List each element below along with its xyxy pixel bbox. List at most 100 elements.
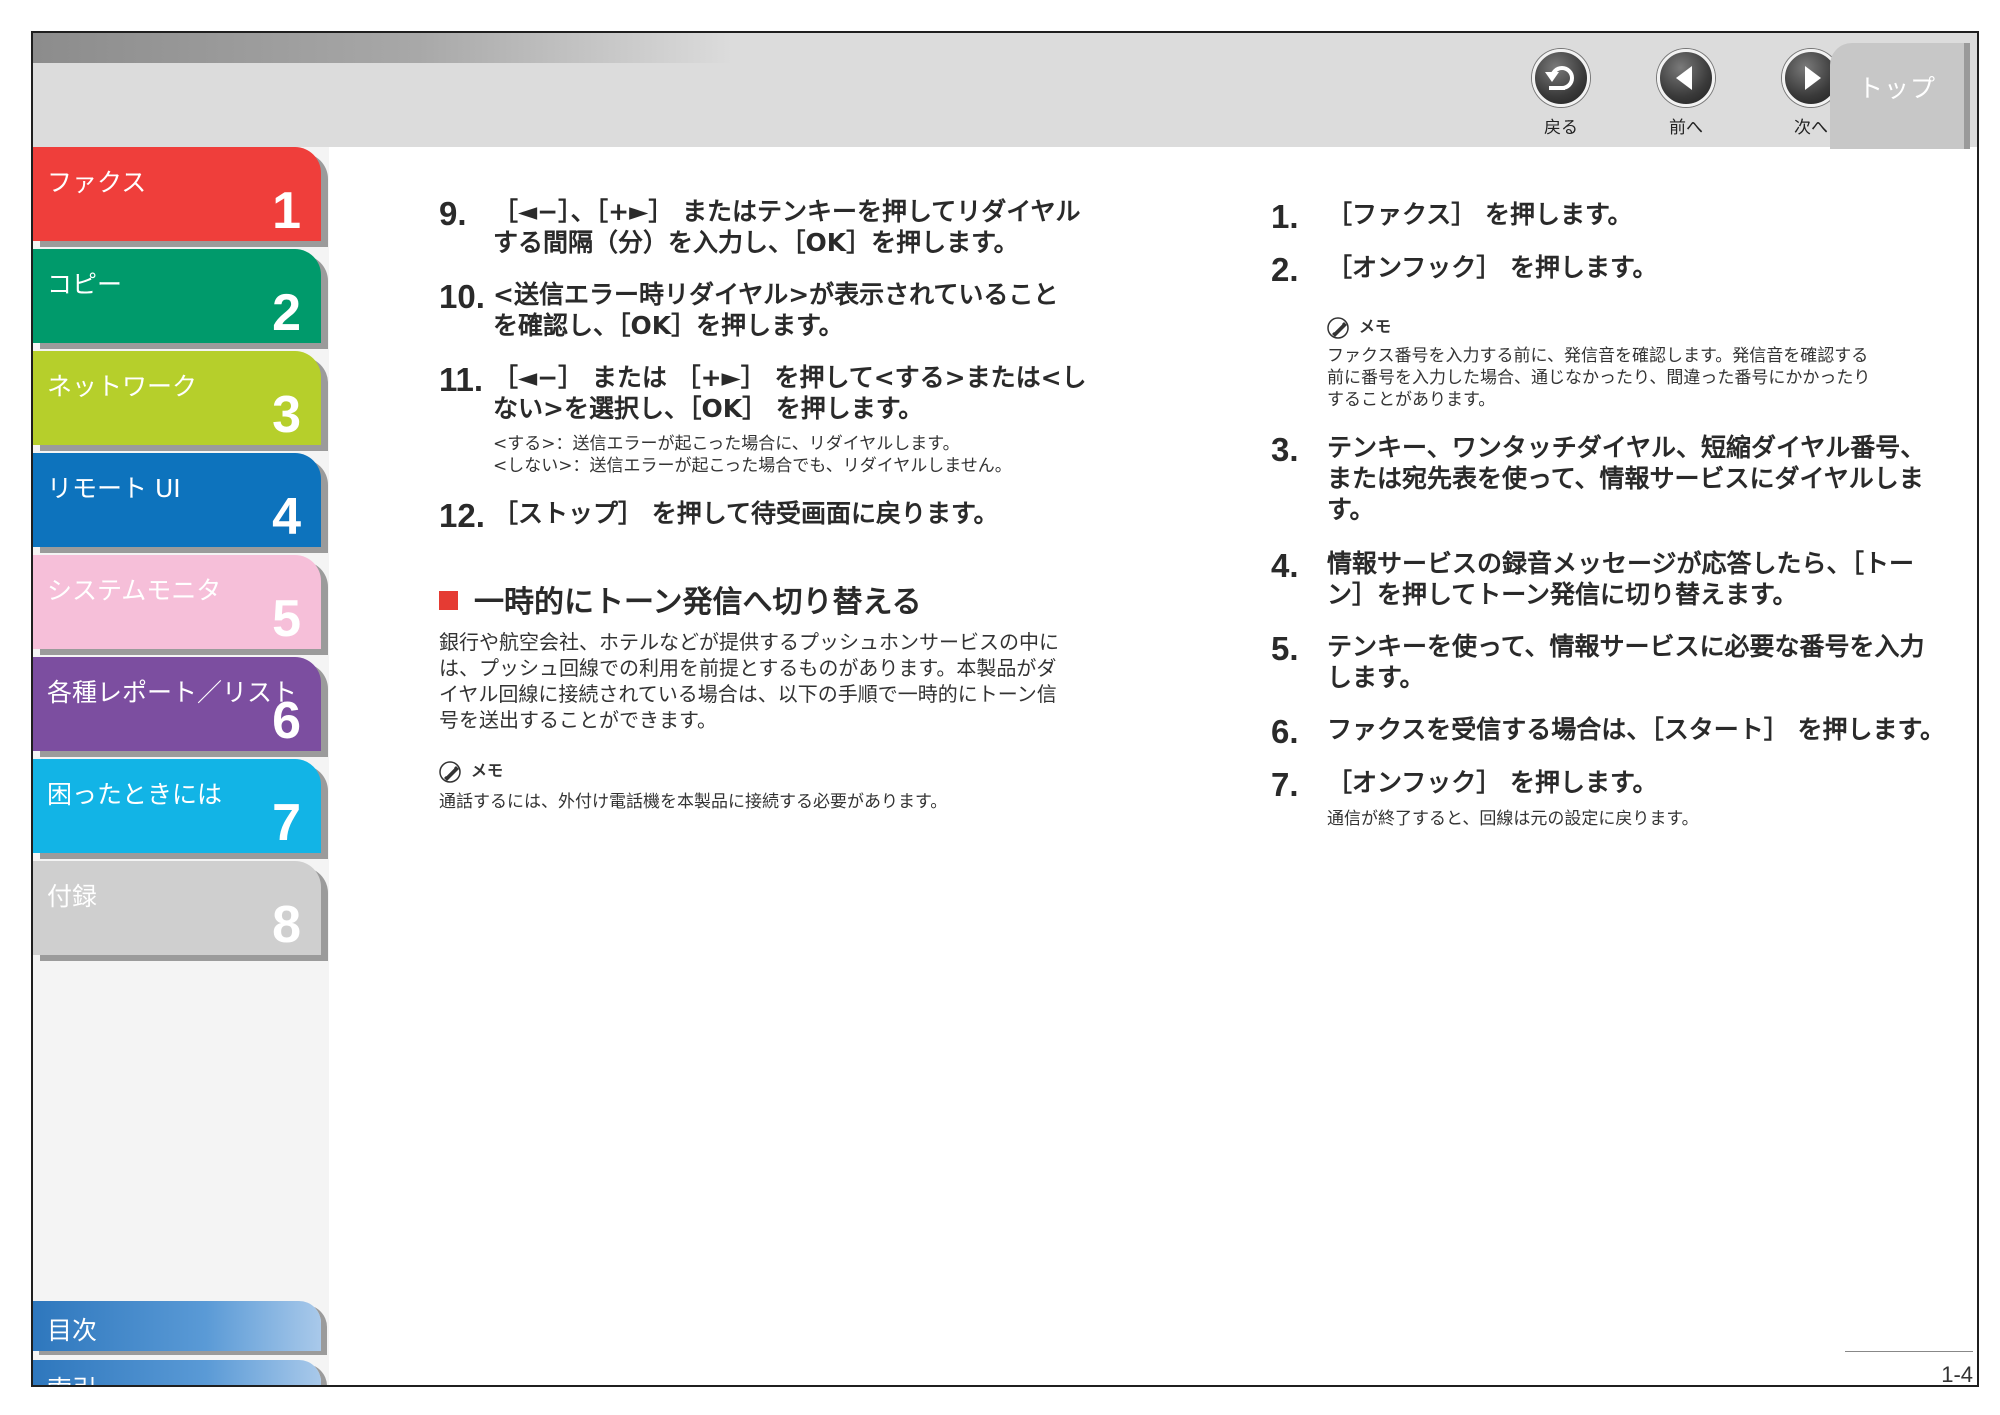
step-number: 6. [1271,713,1299,750]
chapter-tab-3[interactable]: ネットワーク 3 [33,351,321,445]
step-line: ［オンフック］ を押します。 [1327,253,1658,282]
note-line: <する>：送信エラーが起こった場合に、リダイヤルします。 [493,434,960,454]
chapter-tab-5[interactable]: システムモニタ 5 [33,555,321,649]
memo-heading-left: メモ [439,757,503,783]
step-text: ファクスを受信する場合は、［スタート］ を押します。 [1327,714,1977,745]
step-text: ［◄−］ または ［+►］ を押して<する>または<し ない>を選択し、［OK］… [493,362,1173,424]
step-number: 11. [439,361,484,398]
page-number: 1-4 [1845,1351,1973,1385]
toc-label: 目次 [47,1316,98,1345]
prev-arrow-icon [1657,49,1715,107]
step-line: します。 [1327,663,1425,692]
step-line: す。 [1327,495,1375,524]
note-line: <しない>：送信エラーが起こった場合でも、リダイヤルしません。 [493,456,1012,476]
pencil-icon [439,760,461,783]
chapter-number: 2 [272,284,301,342]
memo-line: 前に番号を入力した場合、通じなかったり、間違った番号にかかったり [1327,368,1871,388]
step-text: テンキー、ワンタッチダイヤル、短縮ダイヤル番号、 または宛先表を使って、情報サー… [1327,432,1977,525]
step-line: テンキーを使って、情報サービスに必要な番号を入力 [1327,632,1925,661]
step-text: ［ストップ］ を押して待受画面に戻ります。 [493,498,1173,529]
back-icon [1532,49,1590,107]
section-title: 一時的にトーン発信へ切り替える [474,585,922,620]
header-bar: 戻る 前へ 次へ トップ [33,33,1977,149]
step-number: 4. [1271,547,1299,584]
step-number: 9. [439,195,467,232]
chapter-tab-8[interactable]: 付録 8 [33,861,321,955]
step-line: または宛先表を使って、情報サービスにダイヤルしま [1327,464,1924,493]
section-heading: 一時的にトーン発信へ切り替える [439,577,922,621]
step-line: ファクスを受信する場合は、［スタート］ を押します。 [1327,715,1945,744]
top-tab-label: トップ [1857,74,1936,103]
step-number: 1. [1271,198,1299,235]
body-line: 号を送出することができます。 [439,708,717,732]
chapter-tab-1[interactable]: ファクス 1 [33,147,321,241]
chapter-number: 7 [272,794,301,852]
chapter-label: リモート UI [47,474,181,503]
chapter-tab-4[interactable]: リモート UI 4 [33,453,321,547]
header-gradient-strip [33,33,733,63]
step-line: ［◄−］ または ［+►］ を押して<する>または<し [493,363,1087,392]
step-text: 情報サービスの録音メッセージが応答したら、［トー ン］を押してトーン発信に切り替… [1327,548,1977,610]
step-number: 12. [439,497,485,534]
step-7-note: 通信が終了すると、回線は元の設定に戻ります。 [1327,809,1699,829]
body-line: 銀行や航空会社、ホテルなどが提供するプッシュホンサービスの中に [439,630,1059,654]
back-button[interactable]: 戻る [1516,49,1606,139]
step-line: ［オンフック］ を押します。 [1327,768,1658,797]
step-line: ［ファクス］ を押します。 [1327,200,1633,229]
index-link[interactable]: 索引 [33,1360,321,1385]
step-text: テンキーを使って、情報サービスに必要な番号を入力 します。 [1327,631,1977,693]
step-text: ［ファクス］ を押します。 [1327,199,1977,230]
page-frame: 戻る 前へ 次へ トップ ファクス 1 コピー 2 ネットワーク 3 リモート … [31,31,1979,1387]
step-11-notes: <する>：送信エラーが起こった場合に、リダイヤルします。 <しない>：送信エラー… [493,433,1173,477]
chapter-label: ネットワーク [47,372,198,401]
chapter-label: ファクス [47,168,147,197]
step-line: する間隔（分）を入力し、［OK］を押します。 [493,228,1019,257]
back-label: 戻る [1544,118,1578,138]
chapter-label: システムモニタ [47,576,222,605]
memo-text-left: 通話するには、外付け電話機を本製品に接続する必要があります。 [439,792,948,812]
section-body: 銀行や航空会社、ホテルなどが提供するプッシュホンサービスの中に は、プッシュ回線… [439,629,1147,733]
step-number: 7. [1271,766,1299,803]
chapter-tab-6[interactable]: 各種レポート／リスト 6 [33,657,321,751]
prev-label: 前へ [1669,118,1703,138]
body-line: は、プッシュ回線での利用を前提とするものがあります。本製品がダ [439,656,1057,680]
memo-text-right: ファクス番号を入力する前に、発信音を確認します。発信音を確認する 前に番号を入力… [1327,345,1977,411]
chapter-number: 6 [272,692,301,750]
step-number: 3. [1271,431,1299,468]
pencil-icon [1327,316,1349,339]
chapter-label: 付録 [47,882,98,911]
memo-heading-right: メモ [1327,313,1391,339]
step-line: ［◄−］、［+►］ またはテンキーを押してリダイヤル [493,197,1081,226]
step-line: ン］を押してトーン発信に切り替えます。 [1327,580,1798,609]
step-number: 2. [1271,251,1299,288]
step-text: ［◄−］、［+►］ またはテンキーを押してリダイヤル する間隔（分）を入力し、［… [493,196,1173,258]
chapter-number: 5 [272,590,301,648]
chapter-number: 8 [272,896,301,954]
chapter-number: 3 [272,386,301,444]
chapter-tab-7[interactable]: 困ったときには 7 [33,759,321,853]
chapter-label: 各種レポート／リスト [47,678,298,707]
step-line: ない>を選択し、［OK］ を押します。 [493,394,924,423]
chapter-tab-2[interactable]: コピー 2 [33,249,321,343]
memo-line: することがあります。 [1327,390,1496,410]
step-line: 情報サービスの録音メッセージが応答したら、［トー [1327,549,1915,578]
toc-link[interactable]: 目次 [33,1301,321,1351]
memo-line: ファクス番号を入力する前に、発信音を確認します。発信音を確認する [1327,346,1869,366]
memo-title: メモ [1359,317,1392,336]
memo-title: メモ [471,761,504,780]
chapter-label: 困ったときには [47,780,223,809]
step-line: テンキー、ワンタッチダイヤル、短縮ダイヤル番号、 [1327,433,1926,462]
step-number: 5. [1271,630,1299,667]
step-text: ［オンフック］ を押します。 [1327,767,1977,798]
body-line: イヤル回線に接続されている場合は、以下の手順で一時的にトーン信 [439,682,1057,706]
prev-button[interactable]: 前へ [1641,49,1731,139]
step-line: ［ストップ］ を押して待受画面に戻ります。 [493,499,999,528]
top-tab[interactable]: トップ [1830,43,1970,149]
section-square-icon [439,591,458,610]
chapter-label: コピー [47,270,123,299]
chapter-number: 4 [272,488,301,546]
step-text: ［オンフック］ を押します。 [1327,252,1977,283]
index-label: 索引 [47,1370,97,1385]
step-number: 10. [439,278,485,315]
chapter-number: 1 [272,182,301,240]
